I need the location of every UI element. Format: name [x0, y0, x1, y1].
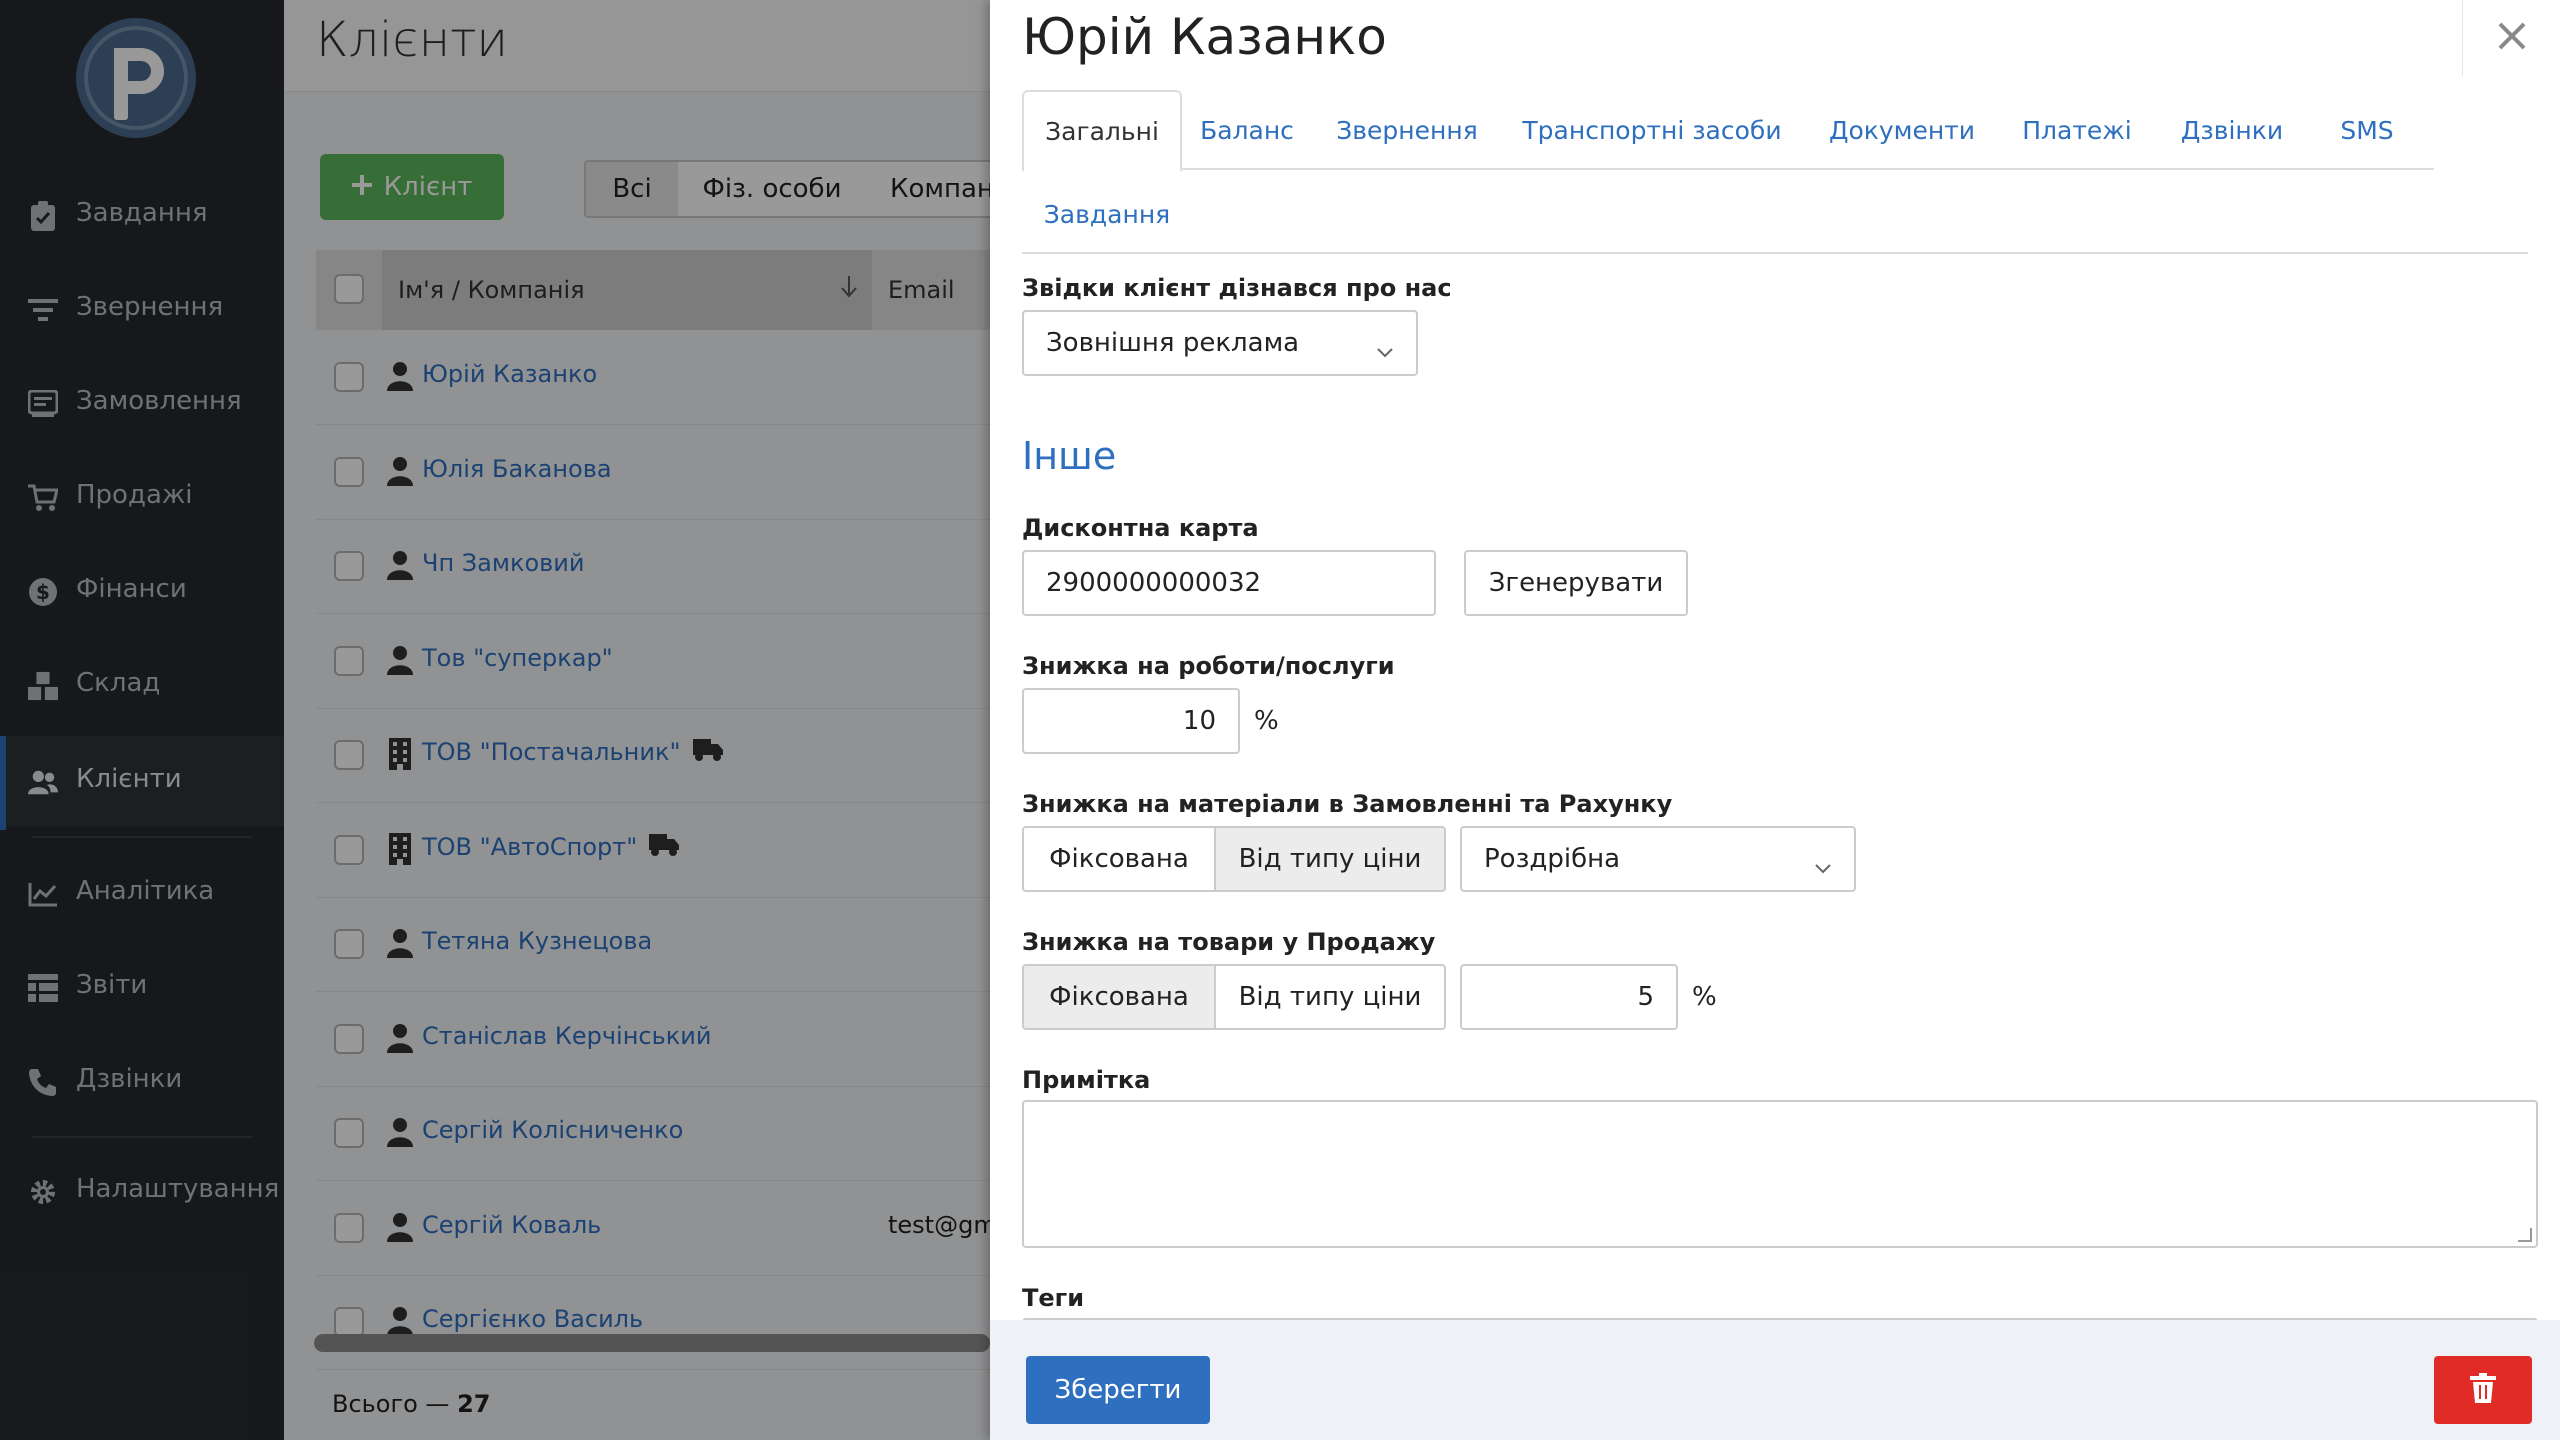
goods-discount-unit: %: [1692, 982, 1717, 1012]
save-button[interactable]: Зберегти: [1026, 1356, 1210, 1424]
materials-price-type-option[interactable]: Від типу ціни: [1216, 826, 1446, 892]
materials-fixed-option[interactable]: Фіксована: [1022, 826, 1216, 892]
modal-backdrop[interactable]: [0, 0, 990, 1440]
client-panel: Юрій Казанко Загальні Баланс Звернення Т…: [990, 0, 2560, 1440]
generate-card-button[interactable]: Згенерувати: [1464, 550, 1688, 616]
service-discount-input[interactable]: 10: [1022, 688, 1240, 754]
source-select[interactable]: Зовнішня реклама: [1022, 310, 1418, 376]
section-other-title: Інше: [1022, 434, 1117, 478]
goods-price-type-option[interactable]: Від типу ціни: [1216, 964, 1446, 1030]
tab-general[interactable]: Загальні: [1022, 90, 1182, 172]
note-label: Примітка: [1022, 1066, 1151, 1094]
tabs: Загальні Баланс Звернення Транспортні за…: [1022, 90, 2434, 172]
note-textarea[interactable]: [1022, 1100, 2538, 1248]
discount-card-input[interactable]: 2900000000032: [1022, 550, 1436, 616]
panel-footer: Зберегти: [990, 1320, 2560, 1440]
chevron-down-icon: [1814, 852, 1832, 882]
close-icon: [2498, 22, 2526, 54]
source-value: Зовнішня реклама: [1046, 328, 1300, 358]
delete-button[interactable]: [2434, 1356, 2532, 1424]
goods-fixed-option[interactable]: Фіксована: [1022, 964, 1216, 1030]
close-button[interactable]: [2462, 0, 2560, 76]
tab-documents[interactable]: Документи: [1802, 90, 2002, 170]
resize-handle-icon[interactable]: [2518, 1228, 2532, 1242]
trash-icon: [2470, 1373, 2496, 1407]
tab-balance[interactable]: Баланс: [1182, 90, 1312, 170]
materials-discount-label: Знижка на матеріали в Замовленні та Раху…: [1022, 790, 1673, 818]
tab-sms[interactable]: SMS: [2312, 90, 2422, 170]
service-discount-unit: %: [1254, 706, 1279, 736]
panel-title: Юрій Казанко: [1022, 8, 1387, 66]
discount-card-label: Дисконтна карта: [1022, 514, 1259, 542]
tab-requests[interactable]: Звернення: [1312, 90, 1502, 170]
tab-payments[interactable]: Платежі: [2002, 90, 2152, 170]
tab-vehicles[interactable]: Транспортні засоби: [1502, 90, 1802, 170]
price-type-value: Роздрібна: [1484, 844, 1621, 874]
chevron-down-icon: [1376, 336, 1394, 366]
tags-label: Теги: [1022, 1284, 1085, 1312]
materials-price-type-select[interactable]: Роздрібна: [1460, 826, 1856, 892]
tab-tasks[interactable]: Завдання: [1022, 174, 1192, 254]
goods-discount-input[interactable]: 5: [1460, 964, 1678, 1030]
tab-calls[interactable]: Дзвінки: [2152, 90, 2312, 170]
service-discount-label: Знижка на роботи/послуги: [1022, 652, 1395, 680]
tabs-second-row: Завдання: [1022, 174, 2528, 254]
goods-discount-label: Знижка на товари у Продажу: [1022, 928, 1436, 956]
source-label: Звідки клієнт дізнався про нас: [1022, 274, 1452, 302]
